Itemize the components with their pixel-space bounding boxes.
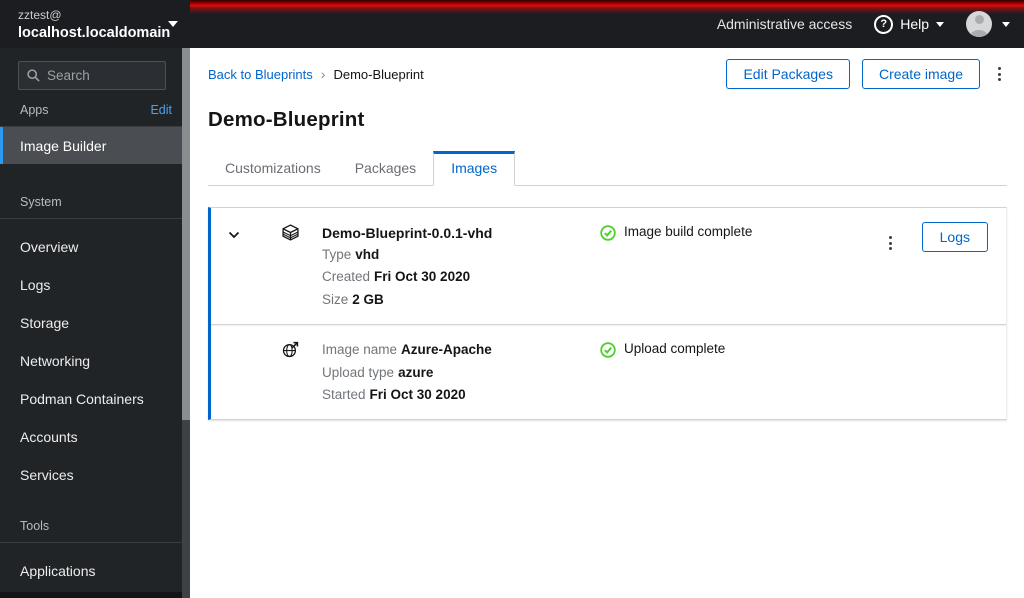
divider (0, 592, 182, 598)
nav-section-title-tools: Tools (20, 519, 50, 533)
administrative-access-indicator[interactable]: Administrative access (717, 16, 852, 32)
tabs: Customizations Packages Images (208, 151, 1007, 186)
main-content: Back to Blueprints › Demo-Blueprint Edit… (190, 48, 1024, 598)
detail-value: 2 GB (352, 291, 384, 307)
sidebar-item-label: Image Builder (20, 137, 107, 154)
sidebar-item-podman-containers[interactable]: Podman Containers (0, 380, 190, 417)
detail-value: vhd (355, 247, 380, 262)
sidebar-nav: Apps Edit Image Builder System Overview … (0, 103, 190, 589)
chevron-down-icon (168, 21, 178, 27)
logs-button[interactable]: Logs (921, 222, 988, 252)
upload-globe-icon (282, 342, 299, 358)
tab-packages[interactable]: Packages (337, 151, 434, 186)
image-row: Demo-Blueprint-0.0.1-vhd Type vhd Created… (211, 208, 1006, 325)
apps-edit-link[interactable]: Edit (150, 103, 172, 117)
breadcrumb: Back to Blueprints › Demo-Blueprint (208, 66, 424, 82)
sidebar-item-label: Overview (20, 238, 79, 255)
success-check-icon (600, 342, 616, 358)
help-icon: ? (874, 14, 894, 34)
sidebar-item-label: Applications (20, 562, 96, 579)
sidebar: zztest@ localhost.localdomain Apps Edit … (0, 0, 190, 598)
search-input[interactable] (47, 68, 157, 83)
divider (515, 151, 1007, 186)
edit-packages-button[interactable]: Edit Packages (726, 59, 850, 89)
chevron-down-icon (936, 21, 944, 27)
row-expand-toggle[interactable] (224, 225, 244, 244)
page-title: Demo-Blueprint (208, 108, 365, 131)
detail-label: Created (322, 269, 371, 285)
breadcrumb-separator-icon: › (320, 66, 326, 82)
sidebar-search[interactable] (18, 61, 166, 90)
detail-label: Size (322, 291, 349, 307)
chevron-down-icon (228, 231, 240, 239)
sidebar-item-storage[interactable]: Storage (0, 304, 190, 341)
detail-label: Started (322, 387, 366, 403)
chevron-down-icon (1002, 21, 1010, 27)
image-cube-icon (282, 224, 299, 241)
image-name: Demo-Blueprint-0.0.1-vhd (322, 225, 493, 241)
status-text: Image build complete (624, 224, 753, 239)
sidebar-item-services[interactable]: Services (0, 456, 190, 493)
detail-value: Azure-Apache (401, 342, 492, 358)
help-label: Help (900, 16, 929, 32)
detail-label: Image name (322, 342, 398, 358)
sidebar-item-label: Networking (20, 352, 91, 369)
upload-row: Image name Azure-Apache Upload type azure … (211, 324, 1006, 420)
help-menu-button[interactable]: ? Help (874, 14, 944, 34)
detail-label: Type (322, 247, 352, 262)
sidebar-item-label: Logs (20, 276, 51, 293)
host-user: zztest@ (18, 8, 62, 22)
breadcrumb-back-link[interactable]: Back to Blueprints (208, 67, 313, 82)
sidebar-item-logs[interactable]: Logs (0, 266, 190, 303)
masthead: Administrative access ? Help (190, 0, 1024, 48)
sidebar-item-label: Accounts (20, 428, 78, 445)
sidebar-item-label: Storage (20, 314, 70, 331)
detail-value: azure (398, 364, 434, 380)
sidebar-item-applications[interactable]: Applications (0, 552, 190, 589)
detail-value: Fri Oct 30 2020 (369, 387, 466, 403)
nav-section-title-apps: Apps (20, 103, 49, 117)
sidebar-item-overview[interactable]: Overview (0, 228, 190, 265)
search-icon (27, 69, 40, 82)
sidebar-scrollbar[interactable] (182, 48, 190, 598)
breadcrumb-current: Demo-Blueprint (333, 66, 424, 82)
host-switcher[interactable]: zztest@ localhost.localdomain (0, 0, 190, 48)
page-kebab-menu-button[interactable] (992, 63, 1007, 85)
sidebar-item-networking[interactable]: Networking (0, 342, 190, 379)
success-check-icon (600, 225, 616, 241)
detail-label: Upload type (322, 364, 395, 380)
sidebar-item-accounts[interactable]: Accounts (0, 418, 190, 455)
sidebar-item-label: Services (20, 466, 74, 483)
tab-customizations[interactable]: Customizations (208, 151, 338, 186)
detail-value: Fri Oct 30 2020 (374, 269, 471, 285)
user-menu-button[interactable] (966, 11, 1010, 37)
create-image-button[interactable]: Create image (861, 59, 980, 89)
avatar (966, 11, 992, 37)
images-data-list: Demo-Blueprint-0.0.1-vhd Type vhd Created… (208, 207, 1007, 421)
host-name: localhost.localdomain (18, 25, 171, 41)
scrollbar-thumb[interactable] (182, 48, 190, 420)
nav-section-title-system: System (20, 195, 62, 209)
tab-images[interactable]: Images (433, 151, 516, 186)
sidebar-item-image-builder[interactable]: Image Builder (0, 127, 190, 164)
status-text: Upload complete (624, 341, 726, 357)
sidebar-item-label: Podman Containers (20, 390, 144, 407)
row-kebab-menu-button[interactable] (883, 232, 898, 254)
